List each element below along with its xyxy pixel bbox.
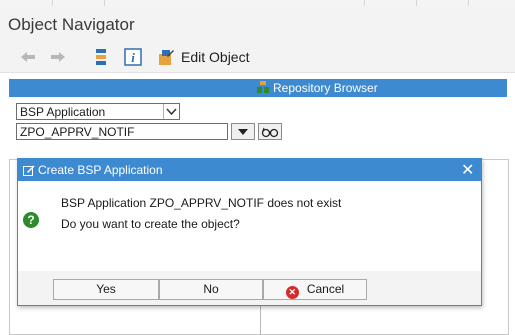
repository-browser-label: Repository Browser [273,81,378,95]
triangle-down-icon [238,128,248,135]
edit-object-icon[interactable] [156,47,176,67]
question-icon: ? [23,212,39,228]
title-bar: Object Navigator [0,6,515,42]
dialog-message-line1: BSP Application ZPO_APPRV_NOTIF does not… [61,196,342,210]
no-button[interactable]: No [159,279,263,300]
glasses-icon [261,127,279,137]
repository-browser-icon [257,81,269,97]
dialog-title-bar[interactable]: Create BSP Application ✕ [18,159,481,181]
no-button-label: No [203,282,219,296]
create-bsp-dialog: Create BSP Application ✕ ? BSP Applicati… [17,158,482,306]
cancel-icon: ✕ [285,286,299,299]
svg-text:i: i [131,50,135,65]
object-name-input[interactable]: ZPO_APPRV_NOTIF [16,123,228,140]
forward-arrow-icon[interactable] [49,47,67,67]
yes-button-label: Yes [96,282,116,296]
edit-object-button[interactable]: Edit Object [181,49,249,65]
object-type-select[interactable]: BSP Application [16,103,180,120]
yes-button[interactable]: Yes [53,279,159,300]
back-arrow-icon[interactable] [19,47,37,67]
close-icon[interactable]: ✕ [461,160,474,180]
dropdown-button[interactable] [231,123,255,140]
dialog-message-line2: Do you want to create the object? [61,217,240,231]
dialog-button-bar: Yes No ✕ Cancel [18,271,481,305]
cancel-button-label: Cancel [306,282,345,296]
object-type-value: BSP Application [20,105,106,119]
dialog-title: Create BSP Application [38,163,163,177]
edit-pencil-icon [23,164,35,179]
application-toolbar: i Edit Object [0,42,515,73]
repository-browser-header[interactable]: Repository Browser [9,79,507,97]
page-title: Object Navigator [8,15,135,34]
object-name-value: ZPO_APPRV_NOTIF [20,125,135,139]
hierarchy-icon[interactable] [92,47,110,67]
cancel-button[interactable]: ✕ Cancel [263,279,367,300]
info-icon[interactable]: i [123,47,143,67]
display-glasses-button[interactable] [258,123,282,140]
chevron-down-icon[interactable] [163,104,179,119]
